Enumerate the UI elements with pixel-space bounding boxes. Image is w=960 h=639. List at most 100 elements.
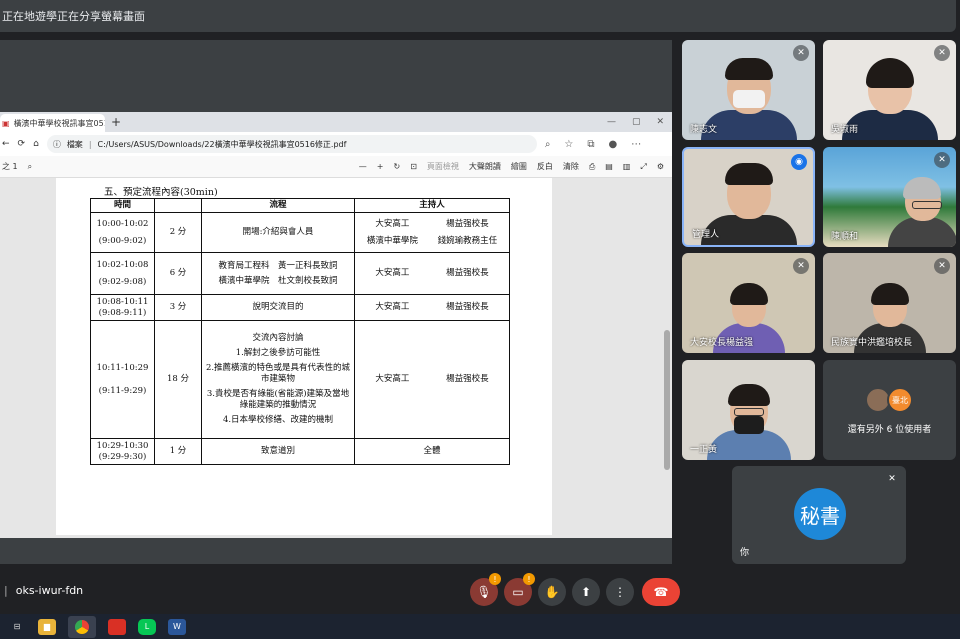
duration-cell: 2 分 bbox=[154, 212, 202, 254]
shared-screen: ▣ 橫濱中華學校視訊事宜0516修 ✕ + — ▢ ✕ ← ⟳ ⌂ ⓘ 檔案 |… bbox=[0, 112, 672, 538]
col-header: 時間 bbox=[90, 197, 155, 214]
zoom-in-button[interactable]: + bbox=[377, 162, 384, 171]
col-header: 主持人 bbox=[354, 197, 510, 214]
read-aloud-button[interactable]: 大聲朗讀 bbox=[469, 161, 501, 172]
url-box[interactable]: ⓘ 檔案 | C:/Users/ASUS/Downloads/22橫濱中華學校視… bbox=[46, 135, 537, 153]
fit-icon[interactable]: ⊡ bbox=[410, 162, 417, 171]
participant-tile[interactable]: ◉ 管理人 bbox=[682, 147, 815, 247]
browser-tabbar: ▣ 橫濱中華學校視訊事宜0516修 ✕ + — ▢ ✕ bbox=[0, 112, 672, 132]
file-explorer-icon[interactable]: ▆ bbox=[38, 618, 56, 635]
divider: | bbox=[4, 584, 8, 597]
participant-name: 民族實中洪鑑培校長 bbox=[831, 338, 913, 348]
more-icon[interactable]: ⋯ bbox=[631, 139, 641, 150]
close-window-icon[interactable]: ✕ bbox=[656, 117, 664, 127]
back-icon[interactable]: ← bbox=[2, 139, 10, 149]
zoom-out-button[interactable]: — bbox=[359, 162, 367, 171]
participant-name: 一正黃 bbox=[690, 445, 718, 455]
mic-off-icon: ✕ bbox=[888, 474, 896, 484]
time-cell: 10:02-10:08 (9:02-9:08) bbox=[90, 252, 155, 296]
pdf-viewer[interactable]: 五、預定流程內容(30min) 時間 流程 主持人 10:00-10:02 (9… bbox=[0, 178, 672, 538]
browser-tab[interactable]: ▣ 橫濱中華學校視訊事宜0516修 ✕ bbox=[0, 114, 105, 132]
task-view-icon[interactable]: ⊟ bbox=[8, 619, 26, 635]
mic-off-icon: ✕ bbox=[793, 45, 809, 61]
flow-cell: 說明交流目的 bbox=[201, 294, 355, 322]
participant-tile[interactable]: ✕ 吳淑雨 bbox=[823, 40, 956, 140]
new-tab-button[interactable]: + bbox=[111, 115, 121, 129]
col-header bbox=[154, 197, 202, 214]
self-tile[interactable]: ✕ 秘書 你 bbox=[732, 466, 906, 564]
pdf-page: 五、預定流程內容(30min) 時間 流程 主持人 10:00-10:02 (9… bbox=[56, 178, 552, 535]
zoom-icon[interactable]: ⌕ bbox=[545, 139, 551, 150]
highlight-button[interactable]: 反白 bbox=[537, 161, 553, 172]
mic-off-icon: ✕ bbox=[793, 258, 809, 274]
schedule-table: 時間 流程 主持人 10:00-10:02 (9:00-9:02) 2 分 開場:… bbox=[90, 197, 510, 466]
page-view-button[interactable]: 頁面檢視 bbox=[427, 161, 459, 172]
table-row: 10:00-10:02 (9:00-9:02) 2 分 開場:介紹與會人員 大安高… bbox=[90, 212, 510, 254]
time-cell: 10:29-10:30 (9:29-9:30) bbox=[90, 438, 155, 466]
participant-grid: ✕ 陳志文 ✕ 吳淑雨 ◉ 管理人 ✕ 陳順和 ✕ 大安校長楊益强 ✕ 民族實中… bbox=[682, 40, 960, 570]
fullscreen-icon[interactable]: ⤢ bbox=[640, 162, 646, 172]
pdf-icon: ▣ bbox=[2, 118, 10, 128]
speaking-icon: ◉ bbox=[791, 154, 807, 170]
window-controls: — ▢ ✕ bbox=[607, 117, 672, 127]
flow-cell: 交流內容討論 1.解封之後參訪可能性 2.推薦橫濱的特色或是具有代表性的城市建築… bbox=[201, 320, 355, 440]
os-taskbar: ⊟ ▆ L W bbox=[0, 614, 960, 639]
search-icon[interactable]: ⌕ bbox=[28, 162, 32, 172]
duration-cell: 6 分 bbox=[154, 252, 202, 296]
participant-tile[interactable]: ✕ 陳志文 bbox=[682, 40, 815, 140]
more-participants-tile[interactable]: 臺北 還有另外 6 位使用者 bbox=[823, 360, 956, 460]
app-red-icon[interactable] bbox=[108, 618, 126, 635]
minimize-icon[interactable]: — bbox=[607, 117, 616, 127]
chrome-icon[interactable] bbox=[68, 615, 96, 638]
participant-tile[interactable]: ✕ 民族實中洪鑑培校長 bbox=[823, 253, 956, 353]
presentation-banner: 正在地遊學正在分享螢幕畫面 bbox=[0, 0, 956, 32]
favorite-icon[interactable]: ☆ bbox=[564, 139, 573, 150]
maximize-icon[interactable]: ▢ bbox=[632, 117, 641, 127]
more-participants-label: 還有另外 6 位使用者 bbox=[847, 425, 932, 435]
save-as-icon[interactable]: ▥ bbox=[623, 162, 631, 171]
settings-icon[interactable]: ⚙ bbox=[657, 162, 672, 171]
word-icon[interactable]: W bbox=[168, 618, 186, 635]
host-cell: 大安高工 楊益强校長 bbox=[354, 294, 510, 322]
participant-name: 陳志文 bbox=[690, 125, 718, 135]
participant-name: 吳淑雨 bbox=[831, 125, 859, 135]
save-icon[interactable]: ▤ bbox=[605, 162, 613, 171]
collections-icon[interactable]: ⧉ bbox=[587, 139, 594, 150]
tab-title: 橫濱中華學校視訊事宜0516修 bbox=[13, 118, 105, 128]
end-call-button[interactable]: ☎ bbox=[642, 578, 680, 606]
draw-button[interactable]: 繪圖 bbox=[511, 161, 527, 172]
rotate-icon[interactable]: ↻ bbox=[393, 162, 400, 171]
more-options-button[interactable]: ⋮ bbox=[606, 578, 634, 606]
self-avatar: 秘書 bbox=[794, 488, 846, 540]
line-icon[interactable]: L bbox=[138, 618, 156, 635]
print-icon[interactable]: ⎙ bbox=[589, 162, 595, 172]
address-icons: ⌕ ☆ ⧉ ● ⋯ bbox=[545, 139, 641, 150]
info-icon: ⓘ bbox=[52, 139, 61, 149]
mic-toggle-button[interactable]: 🎙! bbox=[470, 573, 501, 606]
flow-cell: 開場:介紹與會人員 bbox=[201, 212, 355, 254]
meeting-info: | oks-iwur-fdn bbox=[4, 584, 83, 597]
avatar: 臺北 bbox=[887, 387, 913, 413]
camera-toggle-button[interactable]: ▭! bbox=[504, 573, 535, 606]
participant-tile[interactable]: ✕ 大安校長楊益强 bbox=[682, 253, 815, 353]
doc-heading: 五、預定流程內容(30min) bbox=[104, 187, 218, 198]
participant-tile[interactable]: 一正黃 bbox=[682, 360, 815, 460]
reload-icon[interactable]: ⟳ bbox=[18, 139, 26, 149]
pdf-scrollbar[interactable] bbox=[664, 180, 670, 532]
host-cell: 大安高工 楊益强校長 bbox=[354, 252, 510, 296]
url-separator: | bbox=[88, 139, 92, 149]
home-icon[interactable]: ⌂ bbox=[33, 139, 39, 149]
others-avatars: 臺北 bbox=[865, 387, 915, 413]
table-header-row: 時間 流程 主持人 bbox=[90, 197, 510, 214]
present-button[interactable]: ⬆ bbox=[572, 578, 600, 606]
participant-name: 大安校長楊益强 bbox=[690, 338, 754, 348]
erase-button[interactable]: 清除 bbox=[563, 161, 579, 172]
scroll-thumb[interactable] bbox=[664, 330, 670, 470]
host-cell: 大安高工 楊益强校長 橫濱中華學院 錢婉瑜教務主任 bbox=[354, 212, 510, 254]
site-label: 檔案 bbox=[66, 139, 83, 149]
raise-hand-button[interactable]: ✋ bbox=[538, 578, 566, 606]
participant-tile[interactable]: ✕ 陳順和 bbox=[823, 147, 956, 247]
participant-name: 陳順和 bbox=[831, 232, 859, 242]
profile-icon[interactable]: ● bbox=[609, 139, 618, 150]
table-row: 10:02-10:08 (9:02-9:08) 6 分 教育局工程科 黃一正科長致… bbox=[90, 252, 510, 296]
